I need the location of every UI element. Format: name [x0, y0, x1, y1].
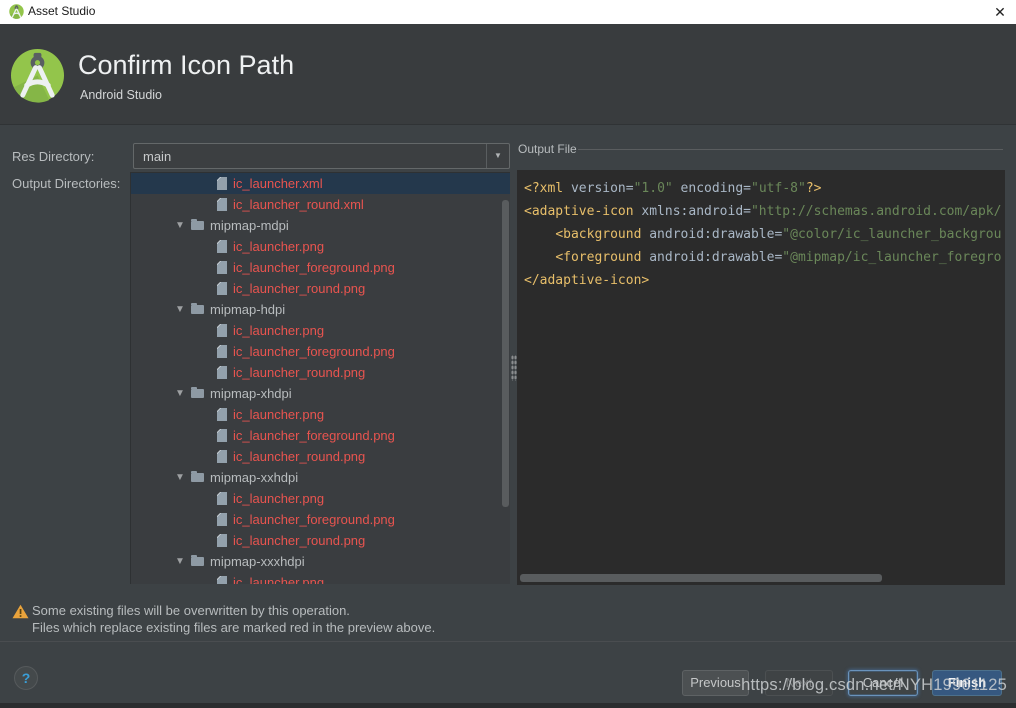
output-directories-tree[interactable]: ▼ ic_launcher.xml ▼ ic_launcher_round.xm… [130, 172, 510, 584]
tree-item-label: ic_launcher.png [233, 236, 324, 257]
previous-button[interactable]: Previous [682, 670, 749, 696]
footer-divider [0, 641, 1016, 642]
chevron-down-icon[interactable]: ▼ [486, 144, 509, 168]
tree-row[interactable]: ▼ ic_launcher_round.png [131, 278, 510, 299]
file-icon [217, 324, 227, 337]
tree-item-label: ic_launcher_round.png [233, 530, 365, 551]
expand-arrow-icon[interactable]: ▼ [175, 551, 191, 572]
file-icon [217, 366, 227, 379]
expand-arrow-icon[interactable]: ▼ [175, 467, 191, 488]
file-icon [217, 450, 227, 463]
tree-row[interactable]: ▼ ic_launcher_foreground.png [131, 425, 510, 446]
code-horizontal-scrollbar[interactable] [520, 574, 882, 582]
wizard-header: Confirm Icon Path Android Studio [0, 24, 1016, 125]
file-icon [217, 282, 227, 295]
folder-icon [191, 473, 204, 482]
tree-item-label: ic_launcher.png [233, 488, 324, 509]
folder-icon [191, 389, 204, 398]
tree-row[interactable]: ▼ mipmap-xxxhdpi [131, 551, 510, 572]
file-icon [217, 513, 227, 526]
tree-item-label: ic_launcher.png [233, 320, 324, 341]
tree-item-label: ic_launcher_round.png [233, 446, 365, 467]
tree-item-label: ic_launcher_round.png [233, 278, 365, 299]
tree-item-label: mipmap-hdpi [210, 299, 285, 320]
tree-row[interactable]: ▼ ic_launcher.png [131, 572, 510, 584]
tree-item-label: ic_launcher_foreground.png [233, 341, 395, 362]
output-file-divider [578, 149, 1003, 150]
asset-studio-dialog: Asset Studio ✕ Confirm Icon Path Android… [0, 0, 1016, 708]
tree-item-label: ic_launcher_round.png [233, 362, 365, 383]
cancel-button[interactable]: Cancel [848, 670, 918, 696]
page-title: Confirm Icon Path [78, 50, 294, 81]
tree-row[interactable]: ▼ ic_launcher_foreground.png [131, 509, 510, 530]
folder-icon [191, 305, 204, 314]
tree-row[interactable]: ▼ ic_launcher.png [131, 320, 510, 341]
tree-row[interactable]: ▼ mipmap-xhdpi [131, 383, 510, 404]
folder-icon [191, 221, 204, 230]
file-icon [217, 534, 227, 547]
tree-row[interactable]: ▼ ic_launcher_round.png [131, 446, 510, 467]
output-directories-label: Output Directories: [12, 176, 120, 191]
file-icon [217, 198, 227, 211]
android-studio-icon [9, 4, 24, 19]
tree-item-label: ic_launcher.png [233, 404, 324, 425]
tree-row[interactable]: ▼ ic_launcher.png [131, 488, 510, 509]
file-icon [217, 408, 227, 421]
output-file-label: Output File [518, 142, 577, 156]
close-icon[interactable]: ✕ [989, 1, 1011, 23]
res-directory-combobox[interactable]: main ▼ [133, 143, 510, 169]
tree-row[interactable]: ▼ mipmap-xxhdpi [131, 467, 510, 488]
expand-arrow-icon[interactable]: ▼ [175, 299, 191, 320]
expand-arrow-icon[interactable]: ▼ [175, 383, 191, 404]
tree-row[interactable]: ▼ ic_launcher_round.png [131, 530, 510, 551]
tree-item-label: ic_launcher_round.xml [233, 194, 364, 215]
code-preview-editor[interactable]: <?xml version="1.0" encoding="utf-8"?><a… [517, 170, 1005, 585]
tree-row[interactable]: ▼ ic_launcher_foreground.png [131, 257, 510, 278]
tree-row[interactable]: ▼ ic_launcher_round.png [131, 362, 510, 383]
res-directory-value: main [143, 149, 171, 164]
file-icon [217, 576, 227, 584]
warning-icon [12, 604, 29, 619]
tree-item-label: mipmap-mdpi [210, 215, 289, 236]
tree-scrollbar[interactable] [502, 200, 509, 507]
file-icon [217, 261, 227, 274]
page-subtitle: Android Studio [80, 88, 162, 102]
tree-item-label: ic_launcher.xml [233, 173, 323, 194]
tree-row[interactable]: ▼ mipmap-mdpi [131, 215, 510, 236]
window-bottom-edge [0, 703, 1016, 708]
tree-row[interactable]: ▼ ic_launcher_round.xml [131, 194, 510, 215]
tree-row[interactable]: ▼ ic_launcher_foreground.png [131, 341, 510, 362]
folder-icon [191, 557, 204, 566]
file-icon [217, 240, 227, 253]
tree-item-label: mipmap-xhdpi [210, 383, 292, 404]
tree-item-label: mipmap-xxhdpi [210, 467, 298, 488]
android-studio-logo [10, 48, 65, 103]
help-button[interactable]: ? [14, 666, 38, 690]
warning-text-line1: Some existing files will be overwritten … [32, 603, 350, 618]
file-icon [217, 492, 227, 505]
tree-item-label: ic_launcher_foreground.png [233, 257, 395, 278]
window-title: Asset Studio [28, 4, 95, 18]
tree-item-label: ic_launcher_foreground.png [233, 509, 395, 530]
file-icon [217, 177, 227, 190]
tree-row[interactable]: ▼ ic_launcher.png [131, 404, 510, 425]
tree-row[interactable]: ▼ ic_launcher.xml [131, 173, 510, 194]
warning-text-line2: Files which replace existing files are m… [32, 620, 435, 635]
tree-row[interactable]: ▼ ic_launcher.png [131, 236, 510, 257]
tree-row[interactable]: ▼ mipmap-hdpi [131, 299, 510, 320]
tree-item-label: mipmap-xxxhdpi [210, 551, 305, 572]
tree-item-label: ic_launcher_foreground.png [233, 425, 395, 446]
tree-item-label: ic_launcher.png [233, 572, 324, 584]
title-bar: Asset Studio ✕ [0, 0, 1016, 24]
finish-button[interactable]: Finish [932, 670, 1002, 696]
next-button: Next [765, 670, 833, 696]
code-lines: <?xml version="1.0" encoding="utf-8"?><a… [517, 170, 1005, 292]
expand-arrow-icon[interactable]: ▼ [175, 215, 191, 236]
file-icon [217, 429, 227, 442]
file-icon [217, 345, 227, 358]
res-directory-label: Res Directory: [12, 149, 94, 164]
